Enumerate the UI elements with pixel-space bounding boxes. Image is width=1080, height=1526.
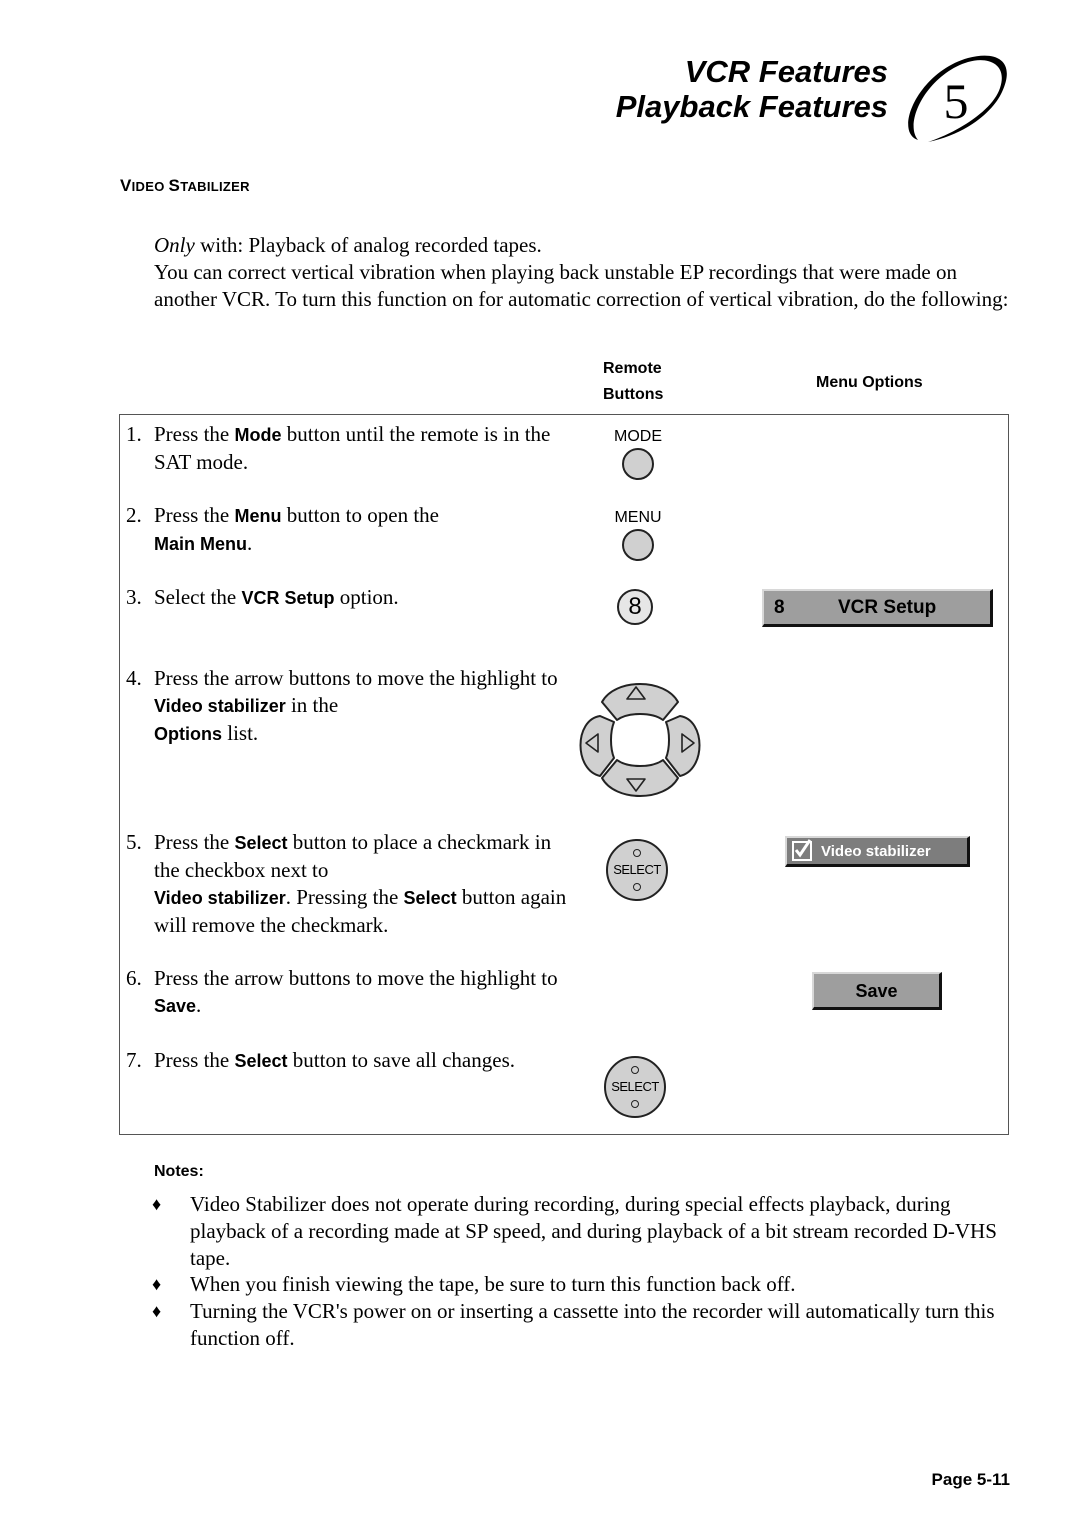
heading-cap: S (168, 176, 181, 195)
mode-button[interactable] (622, 448, 654, 480)
step-run: option. (334, 585, 399, 609)
checkmark-icon (794, 839, 812, 858)
availability-text: with: Playback of analog recorded tapes. (194, 233, 542, 257)
step-keyword: Select (234, 1051, 288, 1071)
step-number: 5. (126, 830, 142, 854)
note-text: Turning the VCR's power on or inserting … (190, 1299, 995, 1350)
availability-note: Only with: Playback of analog recorded t… (154, 232, 1024, 259)
step-run: Press the arrow buttons to move the high… (154, 666, 558, 690)
step-text: Select the VCR Setup option. (154, 584, 576, 612)
step-run: Press the (154, 830, 235, 854)
step-item: 4. Press the arrow buttons to move the hi… (126, 665, 576, 748)
step-text: Press the arrow buttons to move the high… (154, 665, 576, 748)
chapter-number-badge: 5 (908, 55, 1007, 142)
menu-button-label: MENU (614, 509, 662, 526)
diamond-bullet-icon: ♦ (152, 1301, 162, 1321)
step-number: 6. (126, 966, 142, 990)
menu-option-video-stabilizer[interactable]: Video stabilizer (785, 836, 970, 867)
step-keyword: Select (403, 888, 457, 908)
arrow-down-button[interactable] (601, 759, 679, 797)
note-text: When you finish viewing the tape, be sur… (190, 1272, 796, 1296)
checkbox[interactable] (792, 839, 812, 861)
step-run: . (196, 993, 202, 1017)
step-number: 3. (126, 585, 142, 609)
step-run: . (247, 531, 253, 555)
step-run: Press the arrow buttons to move the high… (154, 966, 558, 990)
step-item: 6. Press the arrow buttons to move the hi… (126, 965, 576, 1020)
step-text: Press the Menu button to open the Main M… (154, 502, 576, 558)
step-number: 7. (126, 1048, 142, 1072)
heading-rest: TABILIZER (180, 179, 250, 194)
dot-icon (633, 883, 641, 891)
step-item: 7. Press the Select button to save all ch… (126, 1047, 576, 1075)
step-item: 1. Press the Mode button until the remote… (126, 421, 576, 476)
step-run: Press the (154, 1048, 235, 1072)
menu-option-number: 8 (774, 597, 785, 618)
diamond-bullet-icon: ♦ (152, 1274, 162, 1294)
dot-icon (633, 849, 641, 857)
step-keyword: Mode (234, 425, 282, 445)
chapter-number: 5 (944, 73, 969, 129)
step-text: Press the arrow buttons to move the high… (154, 965, 576, 1020)
arrow-up-button[interactable] (601, 683, 679, 721)
step-keyword: VCR Setup (241, 588, 335, 608)
step-keyword: Video stabilizer (154, 888, 286, 908)
step-run: Select the (154, 585, 242, 609)
note-item: ♦ Video Stabilizer does not operate duri… (152, 1191, 1014, 1272)
select-button-label: SELECT (611, 1079, 659, 1094)
section-heading: VIDEO STABILIZER (120, 176, 250, 196)
select-button[interactable]: SELECT (604, 1056, 666, 1118)
section-title: Playback Features (615, 89, 888, 124)
step-run: Press the (154, 422, 235, 446)
step-keyword: Menu (234, 506, 282, 526)
step-run: Press the (154, 503, 235, 527)
save-button[interactable]: Save (812, 972, 942, 1010)
step-run: list. (222, 721, 259, 745)
step-number: 4. (126, 666, 142, 690)
step-keyword: Main Menu (154, 534, 247, 554)
chapter-title: VCR Features (684, 54, 888, 89)
dot-icon (631, 1066, 639, 1074)
page-number: Page 5-11 (931, 1470, 1010, 1489)
number-8-button[interactable]: 8 (617, 589, 653, 625)
step-keyword: Options (154, 724, 222, 744)
note-item: ♦ Turning the VCR's power on or insertin… (152, 1298, 1014, 1352)
step-keyword: Save (154, 996, 197, 1016)
step-text: Press the Mode button until the remote i… (154, 421, 576, 476)
column-header-remote-buttons: Remote Buttons (603, 356, 663, 408)
step-item: 2. Press the Menu button to open the Main… (126, 502, 576, 558)
only-label: Only (154, 233, 195, 257)
column-header-line: Buttons (603, 386, 664, 403)
step-run: in the (285, 693, 339, 717)
step-run: button to open the (281, 503, 439, 527)
step-number: 2. (126, 503, 142, 527)
step-keyword: Select (234, 833, 288, 853)
menu-option-label: VCR Setup (838, 597, 937, 618)
menu-option-label: Video stabilizer (821, 843, 931, 860)
menu-button[interactable] (622, 529, 654, 561)
column-header-line: Remote (603, 360, 662, 377)
select-button-label: SELECT (613, 862, 661, 877)
select-button[interactable]: SELECT (606, 839, 668, 901)
mode-button-label: MODE (614, 428, 662, 445)
intro-paragraph: You can correct vertical vibration when … (154, 260, 1009, 311)
note-item: ♦ When you finish viewing the tape, be s… (152, 1271, 1014, 1298)
step-text: Press the Select button to save all chan… (154, 1047, 576, 1075)
note-text: Video Stabilizer does not operate during… (190, 1192, 997, 1270)
column-header-menu-options: Menu Options (816, 374, 923, 391)
step-number: 1. (126, 422, 142, 446)
step-text: Press the Select button to place a check… (154, 829, 576, 939)
menu-option-vcr-setup[interactable]: 8 VCR Setup (762, 589, 993, 627)
step-run: button to save all changes. (287, 1048, 515, 1072)
step-run: . Pressing the (285, 885, 404, 909)
heading-cap: V (120, 176, 132, 195)
step-item: 3. Select the VCR Setup option. (126, 584, 576, 612)
dot-icon (631, 1100, 639, 1108)
arrow-pad (579, 683, 701, 797)
notes-heading: Notes: (154, 1163, 204, 1180)
heading-rest: IDEO (131, 179, 169, 194)
step-item: 5. Press the Select button to place a che… (126, 829, 576, 939)
diamond-bullet-icon: ♦ (152, 1194, 162, 1214)
step-keyword: Video stabilizer (154, 696, 286, 716)
